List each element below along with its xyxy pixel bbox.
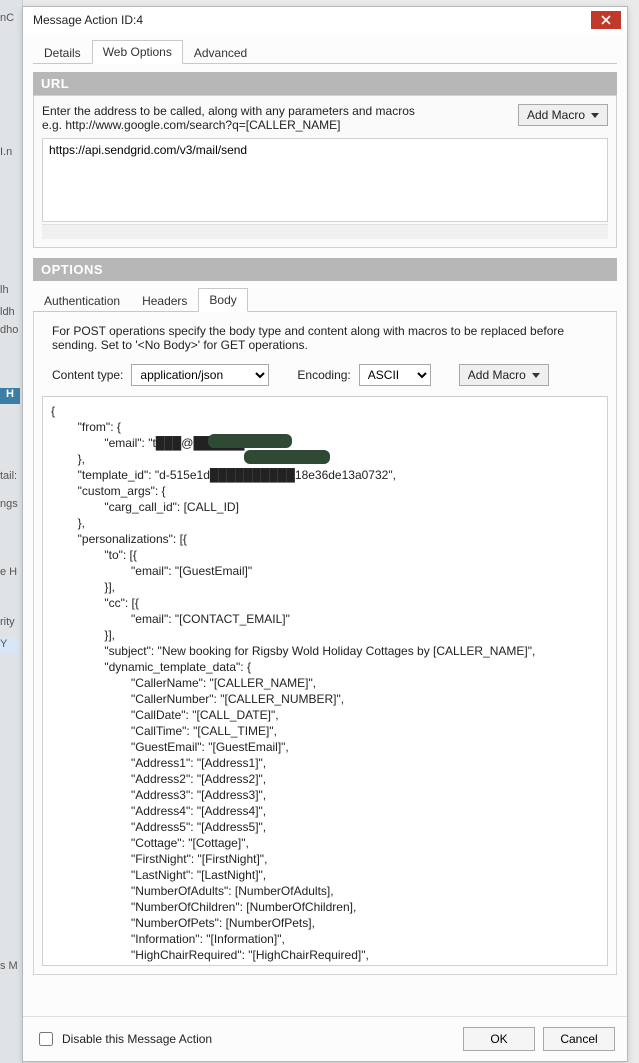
bg-hint: s M xyxy=(0,960,22,972)
ok-button[interactable]: OK xyxy=(463,1027,535,1051)
encoding-select[interactable]: ASCII xyxy=(359,364,431,386)
close-button[interactable] xyxy=(591,11,621,29)
bg-hint: tail: xyxy=(0,470,22,482)
url-input[interactable] xyxy=(42,138,608,222)
tab-authentication[interactable]: Authentication xyxy=(33,289,131,312)
tab-advanced[interactable]: Advanced xyxy=(183,41,258,64)
tab-headers[interactable]: Headers xyxy=(131,289,198,312)
add-macro-label: Add Macro xyxy=(527,108,585,122)
tab-web-options[interactable]: Web Options xyxy=(92,40,183,64)
bg-hint: nC xyxy=(0,12,22,24)
content-type-label: Content type: xyxy=(52,368,123,382)
tab-details[interactable]: Details xyxy=(33,41,92,64)
bg-hint: rity xyxy=(0,616,22,628)
bg-hint: dho xyxy=(0,324,22,336)
body-textarea[interactable] xyxy=(43,397,607,965)
bg-hint: lh xyxy=(0,284,22,296)
url-panel: Enter the address to be called, along wi… xyxy=(33,95,617,248)
titlebar: Message Action ID:4 xyxy=(23,7,627,34)
background-window-strip: nC I.n lh ldh dho H tail: ngs e H rity Y… xyxy=(0,0,23,1063)
url-section-header: URL xyxy=(33,72,617,95)
redaction xyxy=(244,450,330,464)
options-tabstrip: Authentication Headers Body xyxy=(33,287,617,312)
chevron-down-icon xyxy=(591,113,599,118)
add-macro-button-body[interactable]: Add Macro xyxy=(459,364,549,386)
url-help-line1: Enter the address to be called, along wi… xyxy=(42,104,506,118)
bg-hint: H xyxy=(0,388,20,404)
bg-hint: I.n xyxy=(0,146,22,158)
url-help-text: Enter the address to be called, along wi… xyxy=(42,104,506,132)
disable-checkbox-label: Disable this Message Action xyxy=(62,1032,212,1046)
dialog-title: Message Action ID:4 xyxy=(33,13,143,27)
bg-hint: e H xyxy=(0,566,22,578)
options-section-header: OPTIONS xyxy=(33,258,617,281)
add-macro-button-url[interactable]: Add Macro xyxy=(518,104,608,126)
dialog-footer: Disable this Message Action OK Cancel xyxy=(23,1016,627,1061)
redaction xyxy=(208,434,292,448)
url-scrollbar-h[interactable] xyxy=(42,224,608,239)
bg-hint: ngs xyxy=(0,498,22,510)
disable-checkbox-wrap[interactable]: Disable this Message Action xyxy=(35,1029,212,1049)
body-controls-row: Content type: application/json Encoding:… xyxy=(52,364,608,386)
chevron-down-icon xyxy=(532,373,540,378)
close-icon xyxy=(601,15,611,25)
bg-hint: Y xyxy=(0,638,20,654)
message-action-dialog: Message Action ID:4 Details Web Options … xyxy=(22,6,628,1062)
main-tabstrip: Details Web Options Advanced xyxy=(33,39,617,64)
disable-checkbox[interactable] xyxy=(39,1032,53,1046)
encoding-label: Encoding: xyxy=(297,368,350,382)
url-help-line2: e.g. http://www.google.com/search?q=[CAL… xyxy=(42,118,506,132)
content-type-select[interactable]: application/json xyxy=(131,364,269,386)
body-textarea-wrap xyxy=(42,396,608,966)
tab-body[interactable]: Body xyxy=(198,288,247,312)
cancel-button[interactable]: Cancel xyxy=(543,1027,615,1051)
post-help-text: For POST operations specify the body typ… xyxy=(52,324,598,352)
add-macro-label: Add Macro xyxy=(468,368,526,382)
options-panel: For POST operations specify the body typ… xyxy=(33,312,617,975)
bg-hint: ldh xyxy=(0,306,22,318)
